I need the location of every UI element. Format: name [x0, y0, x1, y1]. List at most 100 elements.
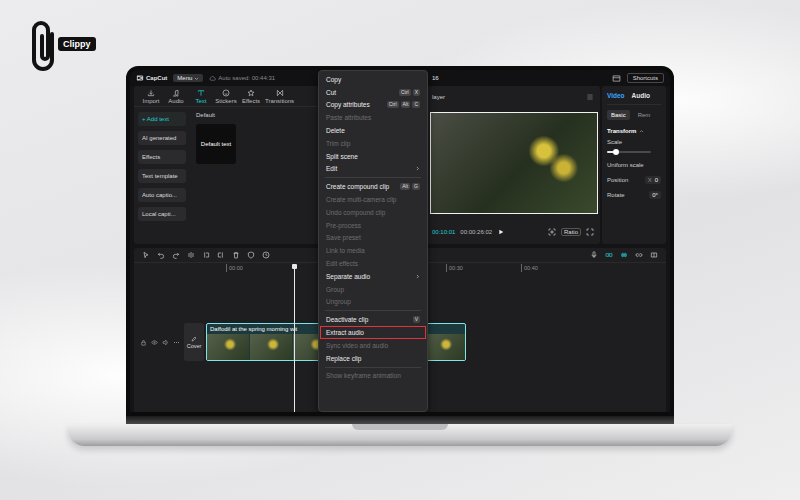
freeze-icon[interactable] [262, 251, 270, 259]
toolbar-tab[interactable]: Effects [240, 89, 262, 104]
trim-left-icon[interactable] [202, 251, 210, 259]
main-track-magnet-icon[interactable] [605, 251, 613, 259]
shortcut-key: Ctrl [399, 89, 411, 96]
project-title: 16 [428, 75, 612, 81]
menu-item-label: Create multi-camera clip [326, 196, 396, 203]
menu-item[interactable]: Link to media [320, 244, 426, 257]
more-icon[interactable] [173, 339, 180, 346]
link-icon[interactable] [635, 251, 643, 259]
text-nav-item[interactable]: Local capti... [138, 207, 186, 221]
focus-icon[interactable] [548, 228, 556, 236]
chevron-down-icon [194, 76, 199, 81]
delete-icon[interactable] [232, 251, 240, 259]
toolbar-tab[interactable]: Text [190, 89, 212, 104]
preview-axis-icon[interactable] [650, 251, 658, 259]
toolbar-tab[interactable]: Stickers [215, 89, 237, 104]
menu-item[interactable]: Create multi-camera clip [320, 193, 426, 206]
menu-item[interactable]: Undo compound clip [320, 206, 426, 219]
menu-item[interactable]: Deactivate clip V [320, 313, 426, 326]
toolbar-tab-label: Effects [242, 98, 260, 104]
scale-slider[interactable] [607, 151, 651, 153]
menu-item[interactable]: Save preset [320, 232, 426, 245]
menu-item[interactable]: Ungroup [320, 296, 426, 309]
shortcut-key: G [412, 183, 420, 190]
text-nav-item[interactable]: AI generated [138, 131, 186, 145]
menu-item[interactable]: Copy attributes CtrlAltC [320, 99, 426, 112]
menu-item[interactable]: Edit effects [320, 257, 426, 270]
text-nav-item[interactable]: + Add text [138, 112, 186, 126]
menu-item[interactable]: Group [320, 283, 426, 296]
text-nav-item[interactable]: Auto captio... [138, 188, 186, 202]
shortcut-key: C [412, 101, 420, 108]
menu-item[interactable]: Edit [320, 163, 426, 176]
menu-item-label: Pre-process [326, 222, 361, 229]
toolbar-tab[interactable]: Transitions [265, 89, 294, 104]
transitions-icon [276, 89, 284, 97]
menu-item[interactable]: Split scene [320, 150, 426, 163]
menu-item[interactable]: Replace clip [320, 352, 426, 365]
inspector-tab[interactable]: Audio [632, 92, 650, 99]
undo-icon[interactable] [157, 251, 165, 259]
menu-item[interactable]: Paste attributes [320, 111, 426, 124]
field-label: Scale [607, 139, 661, 145]
hamburger-icon[interactable] [586, 93, 594, 101]
speaker-icon[interactable] [162, 339, 169, 346]
menu-item[interactable]: Cut CtrlX [320, 86, 426, 99]
menu-item[interactable]: Separate audio [320, 270, 426, 283]
playhead[interactable] [294, 264, 295, 412]
autosave-text: Auto saved: 00:44:31 [218, 75, 275, 81]
shortcuts-button[interactable]: Shortcuts [627, 73, 664, 83]
trim-right-icon[interactable] [217, 251, 225, 259]
capcut-window: CapCut Menu Auto saved: 00:44:31 16 Shor… [130, 70, 670, 412]
microphone-icon[interactable] [590, 251, 598, 259]
app-name: CapCut [146, 75, 167, 81]
play-icon[interactable] [497, 228, 505, 236]
select-icon[interactable] [142, 251, 150, 259]
thumbnail [423, 334, 465, 360]
eye-icon[interactable] [151, 339, 158, 346]
inspector-subtab[interactable]: Basic [607, 110, 630, 120]
text-preset-card[interactable]: Default text [196, 124, 236, 164]
menu-item[interactable]: Delete [320, 124, 426, 137]
toolbar-tab[interactable]: Audio [165, 89, 187, 104]
text-presets: Default Default text [190, 107, 242, 244]
menu-item[interactable]: Extract audio [320, 326, 426, 339]
lock-icon[interactable] [140, 339, 147, 346]
layout-icon[interactable] [612, 74, 621, 83]
menu-item[interactable]: Pre-process [320, 219, 426, 232]
field-label: Uniform scale [607, 162, 644, 168]
text-nav-item[interactable]: Effects [138, 150, 186, 164]
menu-item[interactable]: Sync video and audio [320, 339, 426, 352]
auto-snap-icon[interactable] [620, 251, 628, 259]
ratio-button[interactable]: Ratio [561, 228, 581, 236]
menu-item[interactable]: Copy [320, 73, 426, 86]
menu-item[interactable]: Trim clip [320, 137, 426, 150]
inspector-subtab[interactable]: Rem [634, 110, 655, 120]
number-input[interactable]: 0° [649, 191, 661, 199]
inspector-tab[interactable]: Video [607, 92, 625, 99]
text-nav-item[interactable]: Text template [138, 169, 186, 183]
context-menu: Copy Cut CtrlX Copy attributes CtrlAltC … [318, 70, 428, 412]
menu-item[interactable]: Show keyframe animation [320, 370, 426, 383]
split-icon[interactable] [187, 251, 195, 259]
menu-item[interactable]: Create compound clip AltG [320, 180, 426, 193]
shield-icon[interactable] [247, 251, 255, 259]
effects-icon [247, 89, 255, 97]
page: Clippy CapCut Menu Auto saved: 00:44:31 … [0, 0, 800, 500]
import-icon [147, 89, 155, 97]
menu-item-label: Show keyframe animation [326, 372, 401, 379]
video-preview[interactable] [430, 112, 598, 214]
toolbar-tab-label: Import [142, 98, 159, 104]
track-header [134, 339, 184, 346]
fullscreen-icon[interactable] [586, 228, 594, 236]
player-title: layer [432, 94, 445, 100]
redo-icon[interactable] [172, 251, 180, 259]
laptop: CapCut Menu Auto saved: 00:44:31 16 Shor… [68, 66, 732, 446]
toolbar-tab-label: Audio [168, 98, 183, 104]
section-header[interactable]: Transform [607, 128, 661, 134]
toolbar-tab-label: Text [195, 98, 206, 104]
menu-button[interactable]: Menu [173, 74, 203, 82]
number-input[interactable]: X 0 [645, 176, 661, 184]
cover-button[interactable]: Cover [184, 323, 204, 361]
toolbar-tab[interactable]: Import [140, 89, 162, 104]
